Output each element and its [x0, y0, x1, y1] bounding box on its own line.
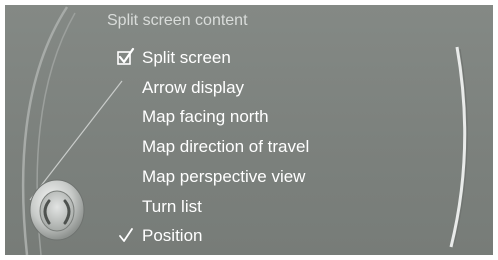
- checkbox-checked-icon: [117, 47, 135, 65]
- split-screen-menu-display: Split screen content Split screen Arrow …: [5, 5, 493, 255]
- menu-item-label: Map direction of travel: [142, 137, 310, 156]
- checkmark-icon: [119, 228, 133, 242]
- page-title: Split screen content: [107, 12, 248, 29]
- menu-item-arrow-display[interactable]: Arrow display: [5, 73, 463, 102]
- menu-item-label: Map facing north: [142, 107, 269, 126]
- menu-item-label: Arrow display: [142, 78, 245, 97]
- menu-item-turn-list[interactable]: Turn list: [5, 192, 463, 221]
- menu-item-position[interactable]: Position: [5, 221, 463, 250]
- menu-item-split-screen[interactable]: Split screen: [5, 43, 463, 72]
- menu-item-label: Split screen: [142, 48, 231, 67]
- menu-item-label: Position: [142, 226, 203, 245]
- menu-item-map-direction-of-travel[interactable]: Map direction of travel: [5, 132, 463, 161]
- menu-item-map-perspective-view[interactable]: Map perspective view: [5, 162, 463, 191]
- menu-item-map-facing-north[interactable]: Map facing north: [5, 102, 463, 131]
- menu-item-label: Turn list: [142, 197, 202, 216]
- menu-item-label: Map perspective view: [142, 167, 306, 186]
